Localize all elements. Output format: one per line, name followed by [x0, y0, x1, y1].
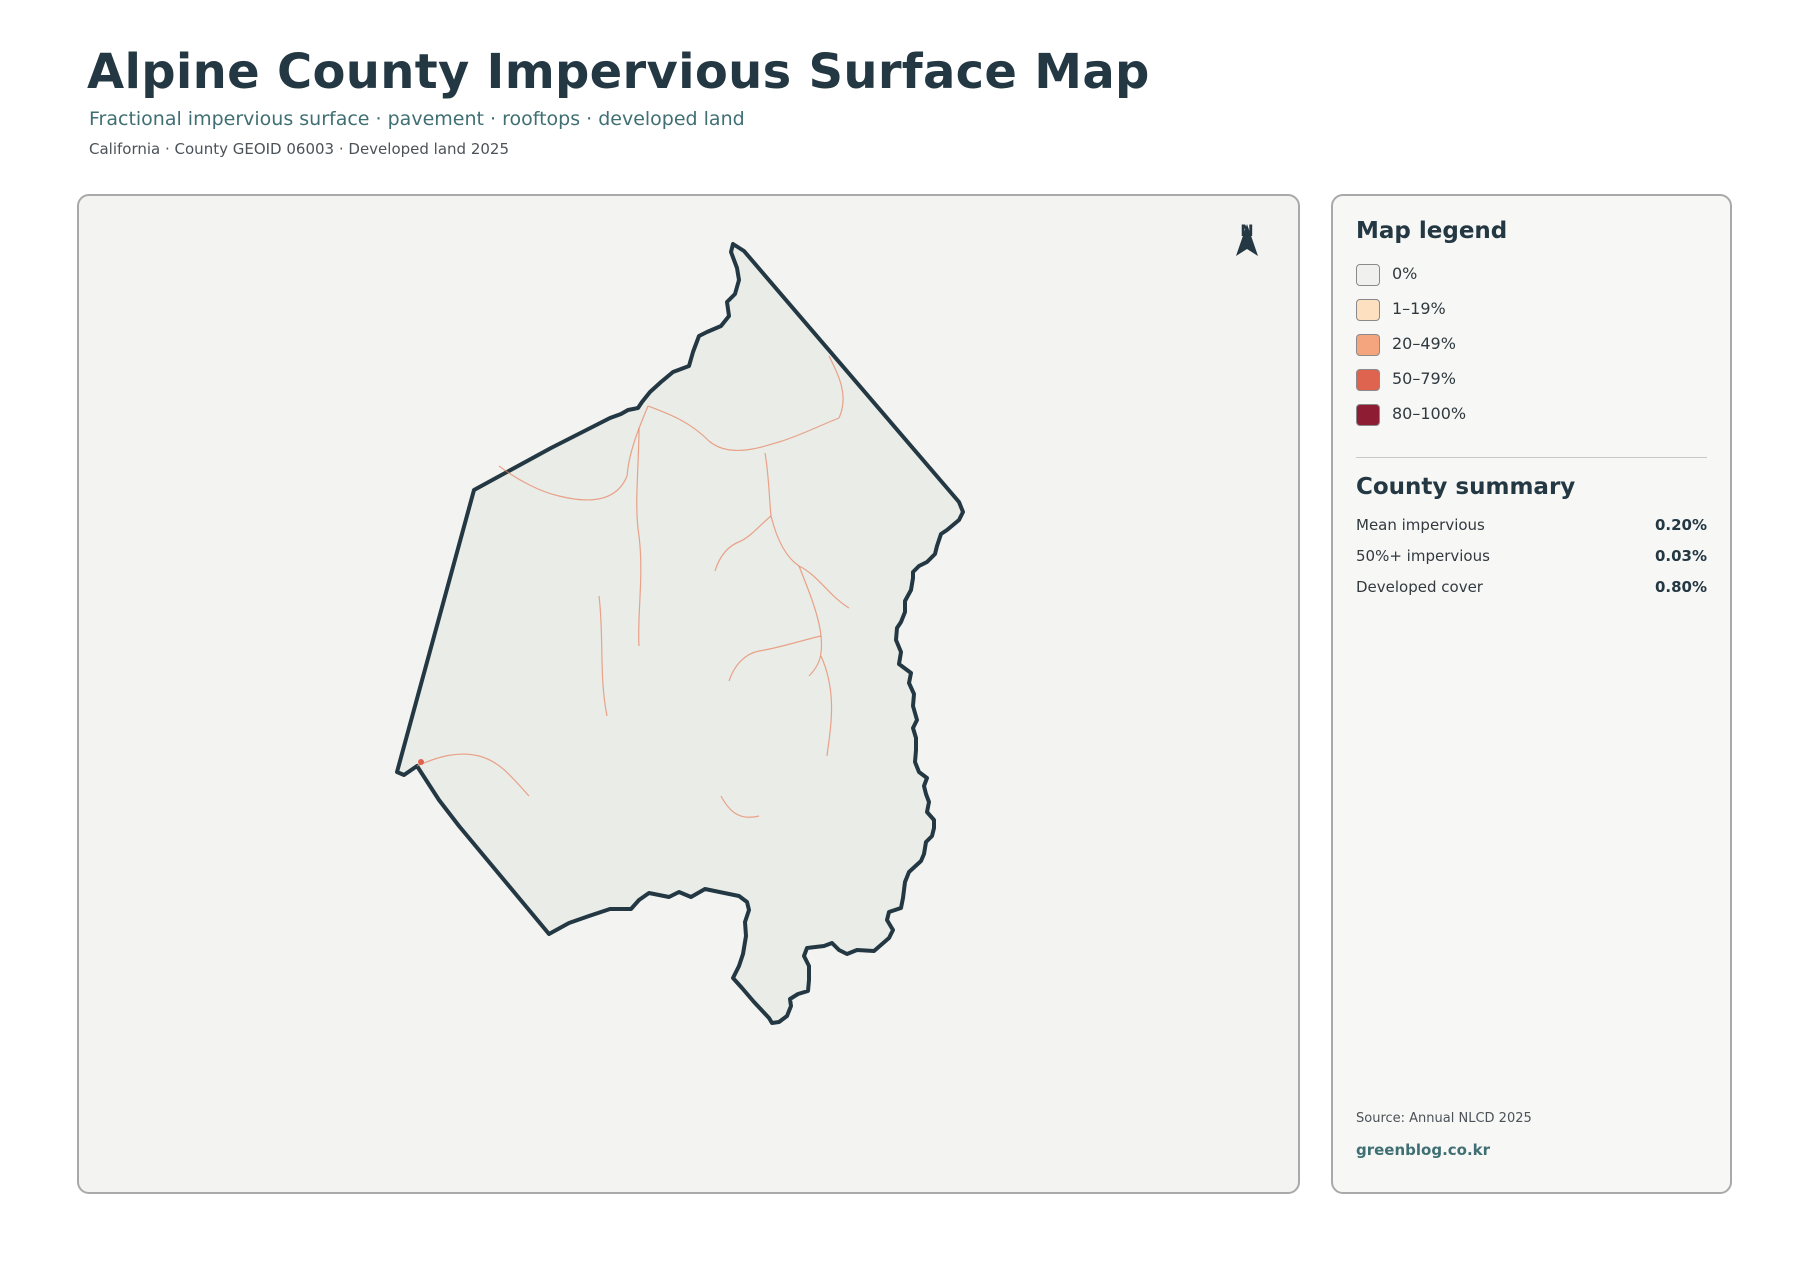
legend-label: 1–19% — [1392, 299, 1446, 318]
north-arrow: N — [1227, 221, 1267, 256]
site-credit[interactable]: greenblog.co.kr — [1356, 1141, 1490, 1159]
map-panel: N — [77, 194, 1300, 1194]
legend-item: 80–100% — [1356, 404, 1696, 439]
legend-swatch — [1356, 369, 1380, 391]
summary-row: Mean impervious 0.20% — [1356, 516, 1707, 547]
county-map — [395, 242, 965, 1025]
legend-divider — [1356, 457, 1707, 458]
page-subtitle: Fractional impervious surface · pavement… — [89, 108, 745, 130]
legend-panel: Map legend 0% 1–19% 20–49% 50–79% 80–100… — [1331, 194, 1732, 1194]
summary-label: 50%+ impervious — [1356, 547, 1490, 565]
legend-label: 50–79% — [1392, 369, 1456, 388]
summary-title: County summary — [1356, 474, 1576, 500]
legend-label: 80–100% — [1392, 404, 1467, 423]
page-meta: California · County GEOID 06003 · Develo… — [89, 140, 509, 158]
town-marker — [418, 759, 424, 765]
summary-row: 50%+ impervious 0.03% — [1356, 547, 1707, 578]
summary-value: 0.80% — [1654, 578, 1707, 596]
summary-label: Developed cover — [1356, 578, 1483, 596]
summary-table: Mean impervious 0.20% 50%+ impervious 0.… — [1356, 516, 1707, 609]
page-title: Alpine County Impervious Surface Map — [87, 44, 1150, 100]
county-boundary — [395, 242, 965, 1025]
summary-row: Developed cover 0.80% — [1356, 578, 1707, 609]
north-arrow-icon — [1236, 224, 1258, 256]
legend-item: 50–79% — [1356, 369, 1696, 404]
legend-swatch — [1356, 404, 1380, 426]
legend-label: 20–49% — [1392, 334, 1456, 353]
source-note: Source: Annual NLCD 2025 — [1356, 1111, 1532, 1126]
legend-swatch — [1356, 264, 1380, 286]
legend-item: 0% — [1356, 264, 1696, 299]
summary-label: Mean impervious — [1356, 516, 1485, 534]
legend-swatch — [1356, 334, 1380, 356]
legend-title: Map legend — [1356, 218, 1508, 244]
summary-value: 0.03% — [1654, 547, 1707, 565]
summary-value: 0.20% — [1654, 516, 1707, 534]
legend-item: 1–19% — [1356, 299, 1696, 334]
legend-items: 0% 1–19% 20–49% 50–79% 80–100% — [1356, 264, 1696, 439]
legend-item: 20–49% — [1356, 334, 1696, 369]
legend-label: 0% — [1392, 264, 1418, 283]
legend-swatch — [1356, 299, 1380, 321]
